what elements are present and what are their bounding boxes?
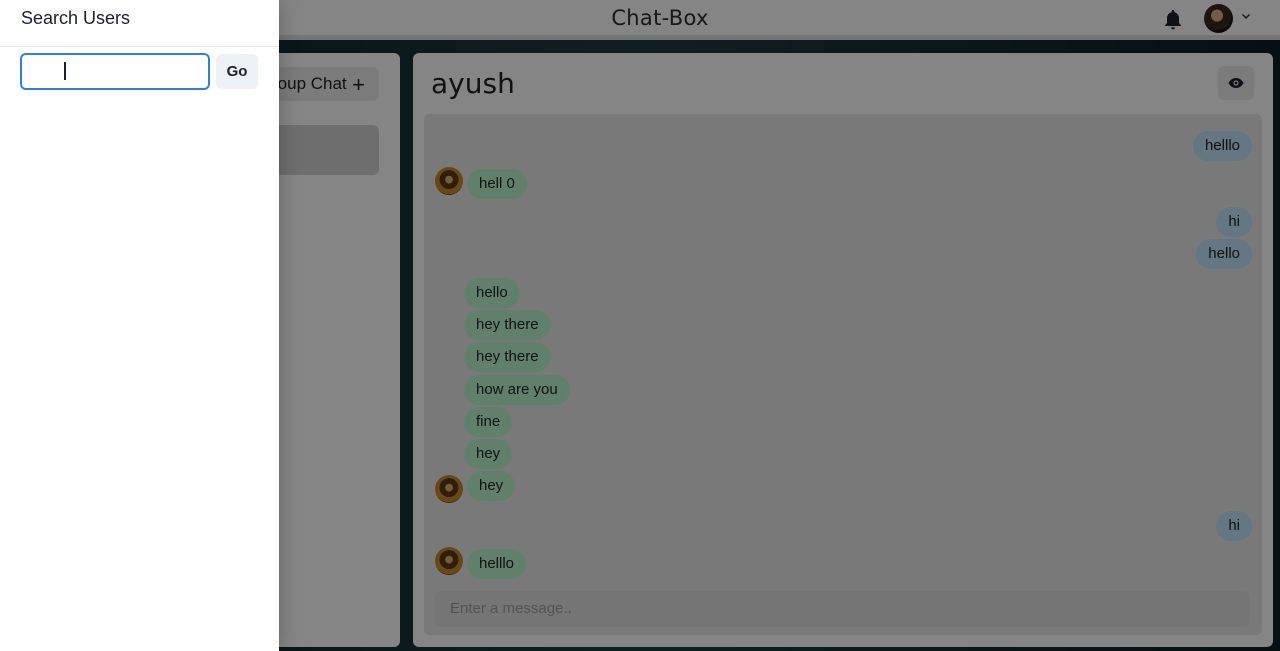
- text-cursor: [64, 62, 66, 80]
- divider: [0, 46, 279, 47]
- drawer-title: Search Users: [21, 8, 131, 28]
- search-input[interactable]: [20, 53, 210, 90]
- search-drawer: Search Users Go: [0, 0, 279, 651]
- go-button[interactable]: Go: [216, 54, 258, 89]
